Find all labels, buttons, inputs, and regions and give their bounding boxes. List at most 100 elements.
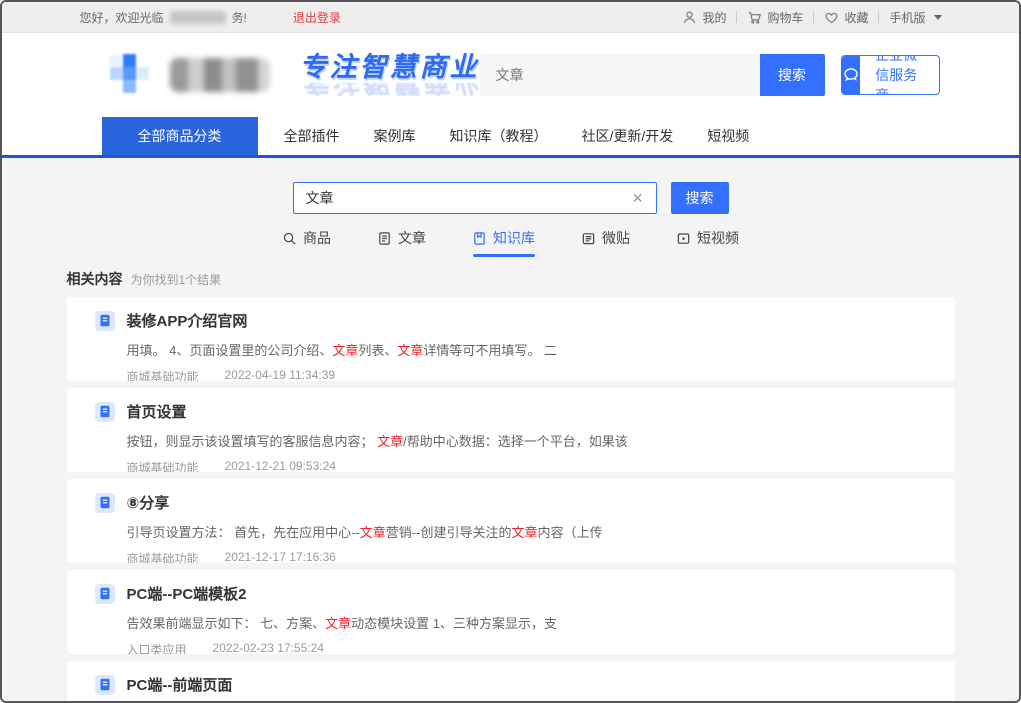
result-card: 首页设置 按钮，则显示该设置填写的客服信息内容； 文章/帮助中心数据：选择一个平… (67, 388, 955, 472)
desc-text: /帮助中心数据：选择一个平台，如果该 (403, 434, 628, 449)
keyword-highlight: 文章 (332, 343, 358, 358)
all-categories-button[interactable]: 全部商品分类 (102, 117, 258, 155)
tab-knowledge-label: 知识库 (493, 228, 535, 248)
search-icon (282, 231, 297, 246)
result-timestamp: 2021-12-21 09:53:24 (225, 459, 336, 472)
wecom-chat-icon (842, 56, 861, 94)
chevron-down-icon (934, 15, 942, 20)
desc-text: 告效果前端显示如下： 七、方案、 (127, 616, 326, 631)
result-search-button[interactable]: 搜索 (671, 182, 729, 214)
header-search-button[interactable]: 搜索 (760, 54, 825, 96)
nav-link-knowledge[interactable]: 知识库（教程） (450, 126, 548, 146)
nav-link-cases[interactable]: 案例库 (374, 126, 416, 146)
bookmark-doc-icon (472, 231, 487, 246)
doc-file-icon (95, 584, 115, 604)
my-account-link[interactable]: 我的 (682, 9, 726, 26)
result-category: 商城基础功能 (127, 550, 199, 563)
result-desc: 告效果前端显示如下： 七、方案、文章动态模块设置 1、三种方案显示，支 (127, 613, 931, 632)
nav-link-plugins[interactable]: 全部插件 (284, 126, 340, 146)
tab-goods[interactable]: 商品 (282, 228, 331, 257)
logo-text-redacted (170, 58, 270, 92)
result-meta: 商城基础功能 2021-12-17 17:16:36 (127, 550, 931, 563)
result-timestamp: 2022-02-23 17:55:24 (213, 641, 324, 654)
result-desc: 引导页设置方法： 首先，先在应用中心--文章营销--创建引导关注的文章内容（上传 (127, 522, 931, 541)
logout-link[interactable]: 退出登录 (293, 9, 341, 26)
desc-text: 用填。 4、页面设置里的公司介绍、 (127, 343, 333, 358)
result-card: PC端--PC端模板2 告效果前端显示如下： 七、方案、文章动态模块设置 1、三… (67, 570, 955, 654)
main-nav: 全部商品分类 全部插件 案例库 知识库（教程） 社区/更新/开发 短视频 (80, 117, 942, 155)
header-search: 文章 搜索 (480, 54, 825, 96)
top-utility-bar: 您好，欢迎光临 务! 退出登录 我的 购物车 收藏 (2, 2, 1019, 33)
result-timestamp: 2022-04-19 11:34:39 (225, 368, 336, 381)
user-icon (682, 10, 697, 25)
result-meta: 商城基础功能 2021-12-21 09:53:24 (127, 459, 931, 472)
my-account-label: 我的 (702, 9, 726, 26)
doc-file-icon (95, 311, 115, 331)
favorites-link[interactable]: 收藏 (824, 9, 868, 26)
site-slogan: 专注智慧商业 (300, 52, 480, 82)
greeting-prefix: 您好，欢迎光临 (80, 9, 164, 26)
results-list: 装修APP介绍官网 用填。 4、页面设置里的公司介绍、文章列表、文章详情等可不用… (67, 297, 955, 703)
desc-text: 内容（上传 (537, 525, 602, 540)
desc-text: 营销--创建引导关注的 (386, 525, 512, 540)
result-meta: 商城基础功能 2022-04-19 11:34:39 (127, 368, 931, 381)
list-icon (581, 231, 596, 246)
wecom-service-label: 企业微信服务商 (860, 56, 938, 94)
result-search-input[interactable]: 文章 ✕ (293, 182, 657, 214)
greeting-area: 您好，欢迎光临 务! 退出登录 (80, 9, 341, 26)
result-meta: 入口类应用 2022-02-23 17:55:24 (127, 641, 931, 654)
cart-link[interactable]: 购物车 (747, 9, 803, 26)
keyword-highlight: 文章 (511, 525, 537, 540)
browser-window: 您好，欢迎光临 务! 退出登录 我的 购物车 收藏 (0, 0, 1021, 703)
username-redacted (170, 11, 226, 24)
tab-articles[interactable]: 文章 (377, 228, 426, 257)
logo-mark-pixelated (110, 52, 156, 98)
topbar-menu: 我的 购物车 收藏 手机版 (682, 9, 941, 26)
result-search-bar: 文章 ✕ 搜索 (2, 182, 1019, 214)
result-title-row[interactable]: ⑧分享 (95, 492, 931, 513)
result-category: 商城基础功能 (127, 459, 199, 472)
keyword-highlight: 文章 (377, 434, 403, 449)
result-title-row[interactable]: PC端--前端页面 (95, 674, 931, 695)
tab-knowledge[interactable]: 知识库 (472, 228, 535, 257)
desc-text: 按钮，则显示该设置填写的客服信息内容； (127, 434, 378, 449)
result-title-row[interactable]: 装修APP介绍官网 (95, 310, 931, 331)
result-title-row[interactable]: 首页设置 (95, 401, 931, 422)
header-search-input[interactable]: 文章 (480, 54, 760, 96)
clear-icon[interactable]: ✕ (632, 190, 644, 207)
doc-file-icon (95, 402, 115, 422)
nav-link-community[interactable]: 社区/更新/开发 (582, 126, 674, 146)
separator (878, 11, 879, 23)
document-icon (377, 231, 392, 246)
doc-file-icon (95, 675, 115, 695)
keyword-highlight: 文章 (325, 616, 351, 631)
result-category: 商城基础功能 (127, 368, 199, 381)
slogan-wrap: 专注智慧商业 专注智慧商业 (300, 54, 480, 96)
separator (813, 11, 814, 23)
result-title: PC端--PC端模板2 (127, 583, 247, 604)
result-timestamp: 2021-12-17 17:16:36 (225, 550, 336, 563)
result-title: 首页设置 (127, 401, 187, 422)
mobile-version-dropdown[interactable]: 手机版 (889, 9, 941, 26)
result-title: PC端--前端页面 (127, 674, 233, 695)
logo[interactable]: 专注智慧商业 专注智慧商业 (80, 52, 480, 98)
mobile-version-label: 手机版 (889, 9, 925, 26)
tab-articles-label: 文章 (398, 228, 426, 248)
desc-text: 详情等可不用填写。 二 (423, 343, 557, 358)
tab-videos[interactable]: 短视频 (676, 228, 739, 257)
favorites-label: 收藏 (844, 9, 868, 26)
results-title: 相关内容 (67, 269, 123, 289)
wecom-service-button[interactable]: 企业微信服务商 (841, 55, 940, 95)
result-title: ⑧分享 (127, 492, 170, 513)
tab-weitie-label: 微贴 (602, 228, 630, 248)
result-desc: 按钮，则显示该设置填写的客服信息内容； 文章/帮助中心数据：选择一个平台，如果该 (127, 431, 931, 450)
tab-goods-label: 商品 (303, 228, 331, 248)
nav-link-videos[interactable]: 短视频 (707, 126, 749, 146)
tab-weitie[interactable]: 微贴 (581, 228, 630, 257)
result-card: PC端--前端页面 (67, 661, 955, 703)
results-header: 相关内容 为你找到1个结果 (67, 269, 955, 289)
greeting-suffix: 务! (232, 9, 247, 26)
result-category: 入口类应用 (127, 641, 187, 654)
result-title-row[interactable]: PC端--PC端模板2 (95, 583, 931, 604)
content-area: 文章 ✕ 搜索 商品 文章 知识库 微贴 (2, 158, 1019, 703)
